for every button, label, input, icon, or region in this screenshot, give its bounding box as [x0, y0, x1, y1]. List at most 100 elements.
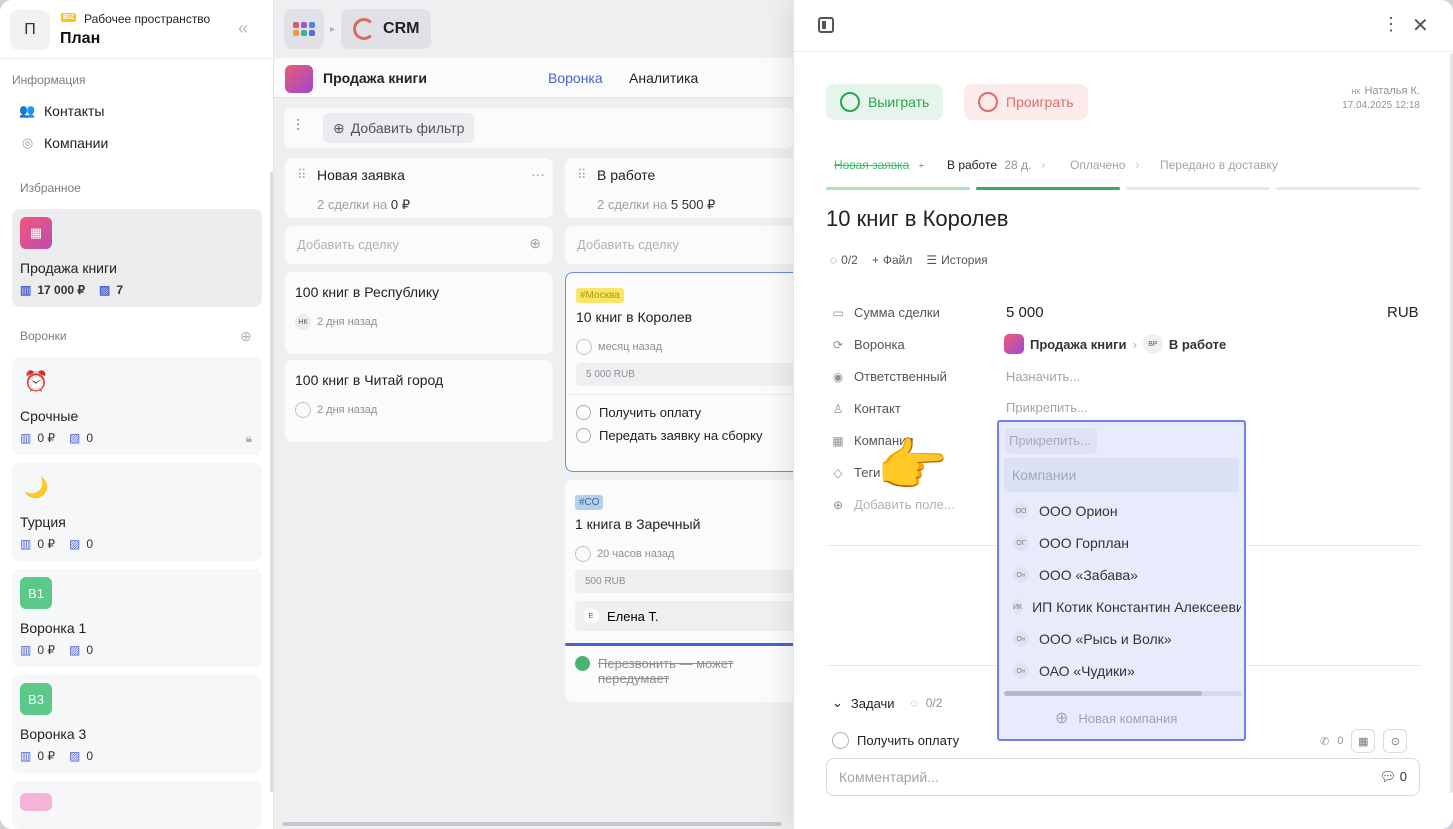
chevron-right-icon: ›: [919, 158, 924, 172]
stage-step-current[interactable]: В работе 28 д. ›: [947, 158, 1045, 172]
funnel-card[interactable]: [12, 781, 262, 829]
section-favorites: Избранное: [20, 181, 81, 195]
tasks-label: Задачи: [850, 695, 895, 711]
deal-title[interactable]: 10 книг в Королев: [826, 206, 1008, 232]
upload-button[interactable]: ⊙: [1383, 729, 1408, 753]
owner-value[interactable]: Назначить...: [1006, 369, 1080, 384]
call-count: 0: [1337, 735, 1344, 747]
deals-icon: ▨: [69, 431, 81, 445]
sidebar-scrollbar[interactable]: [270, 172, 273, 792]
sidebar-item-contacts[interactable]: 👥 Контакты: [19, 103, 105, 119]
workspace-subtitle: Рабочее пространство: [84, 12, 211, 26]
stage-bar: [1126, 187, 1270, 190]
company-option[interactable]: ОО ООО Орион: [1013, 503, 1241, 519]
lock-icon: 🔒︎: [245, 431, 252, 445]
funnel-card[interactable]: ⏰ Срочные ▥ 0 ₽ ▨ 0 🔒︎: [12, 357, 262, 455]
pointing-hand-icon: 👉: [876, 433, 949, 498]
company-input[interactable]: Прикрепить...: [1005, 428, 1097, 454]
win-button[interactable]: Выиграть: [826, 84, 944, 120]
history-label: История: [941, 253, 988, 267]
refresh-icon: ⟳: [832, 337, 844, 352]
stage-bar: [826, 187, 970, 190]
chevron-right-icon: ›: [1132, 336, 1137, 352]
deal-actions: ◌ 0/2 + Файл ☰ История: [830, 253, 988, 267]
workspace-switcher[interactable]: П BIZ Рабочее пространство План: [10, 10, 274, 50]
option-label: ООО «Рысь и Волк»: [1039, 631, 1172, 647]
contact-value[interactable]: Прикрепить...: [1006, 400, 1088, 415]
option-label: ООО «Забава»: [1039, 567, 1138, 583]
phone-icon[interactable]: ✆: [1320, 735, 1329, 748]
tasks-progress: 0/2: [925, 696, 943, 710]
sidebar-toggle-icon[interactable]: [818, 17, 834, 33]
funnel-count: 0: [86, 749, 94, 763]
funnel-amount: 0 ₽: [37, 643, 55, 657]
lose-button[interactable]: Проиграть: [964, 84, 1088, 120]
funnel-card[interactable]: 🌙 Турция ▥ 0 ₽ ▨ 0: [12, 463, 262, 561]
tag-icon: ◇: [833, 465, 843, 480]
plus-circle-icon: ⊕: [1055, 710, 1069, 727]
dropdown-scrollbar[interactable]: [1004, 691, 1242, 696]
company-option[interactable]: ОГ ООО Горплан: [1013, 535, 1241, 551]
stage-step[interactable]: Новая заявка ›: [834, 158, 923, 172]
sidebar-item-companies[interactable]: ◎ Компании: [20, 135, 108, 151]
avatar: ОО: [1013, 503, 1029, 519]
company-option[interactable]: ИК ИП Котик Константин Алексеевич: [1013, 599, 1241, 615]
collapse-sidebar-icon[interactable]: «: [238, 18, 248, 39]
option-label: ОАО «Чудики»: [1039, 663, 1135, 679]
sidebar-item-label: Контакты: [44, 103, 105, 119]
company-search-input[interactable]: Компании: [1004, 458, 1239, 492]
company-option[interactable]: О« ООО «Рысь и Волк»: [1013, 631, 1241, 647]
field-tags: ◇ Теги: [830, 465, 880, 480]
stage-step[interactable]: Оплачено ›: [1070, 158, 1139, 172]
funnel-card[interactable]: В3 Воронка 3 ▥ 0 ₽ ▨ 0: [12, 675, 262, 773]
stage-bar: [1276, 187, 1420, 190]
task-item[interactable]: Получить оплату: [832, 732, 959, 749]
workspace-name: План: [60, 30, 101, 47]
avatar: О«: [1013, 567, 1029, 583]
funnel-name: Продажа книги: [1030, 336, 1127, 352]
funnel-amount: 0 ₽: [37, 749, 55, 763]
comment-count-value: 0: [1399, 769, 1407, 784]
close-icon[interactable]: ✕: [1412, 13, 1429, 38]
biz-badge: BIZ: [61, 13, 77, 22]
globe-icon: ◎: [21, 135, 34, 150]
funnel-count: 0: [86, 537, 94, 551]
funnel-card[interactable]: В1 Воронка 1 ▥ 0 ₽ ▨ 0: [12, 569, 262, 667]
funnel-stats: ▥ 0 ₽ ▨ 0: [20, 431, 93, 445]
currency-value[interactable]: RUB: [1387, 304, 1419, 321]
comment-input[interactable]: Комментарий... 💬︎ 0: [826, 758, 1420, 796]
check-circle-icon[interactable]: [832, 732, 849, 749]
sidebar: П BIZ Рабочее пространство План « Информ…: [0, 0, 274, 829]
option-label: ИП Котик Константин Алексеевич: [1032, 599, 1241, 615]
progress-action[interactable]: ◌ 0/2: [830, 253, 858, 267]
deals-icon: ▨: [69, 749, 81, 763]
panel-toolbar: ⋮ ✕: [794, 0, 1453, 52]
funnel-name: Воронка 1: [20, 620, 87, 636]
favorite-funnel-card[interactable]: ▦ Продажа книги ▥ 17 000 ₽ ▨ 7: [12, 209, 262, 307]
stage-step[interactable]: Передано в доставку: [1160, 158, 1278, 172]
stage-bar: [976, 187, 1120, 190]
funnel-amount: 0 ₽: [37, 537, 55, 551]
funnel-count: 0: [86, 431, 94, 445]
modal-backdrop[interactable]: [274, 0, 794, 829]
person-icon: ♙: [832, 401, 844, 416]
amount-value[interactable]: 5 000: [1006, 304, 1044, 321]
field-funnel: ⟳ Воронка: [830, 337, 905, 352]
add-funnel-icon[interactable]: ⊕: [240, 328, 252, 345]
tasks-header[interactable]: ⌄ Задачи ◌ 0/2: [832, 695, 942, 711]
history-action[interactable]: ☰ История: [926, 253, 987, 267]
new-company-button[interactable]: ⊕ Новая компания: [1055, 708, 1177, 728]
more-vertical-icon[interactable]: ⋮: [1382, 14, 1400, 35]
funnel-badge: В3: [20, 683, 52, 715]
field-label: Ответственный: [854, 369, 947, 384]
funnel-name: Воронка 3: [20, 726, 87, 742]
plus-icon: +: [871, 253, 879, 267]
chat-icon: 💬︎: [1379, 769, 1397, 784]
company-option[interactable]: О« ОАО «Чудики»: [1013, 663, 1241, 679]
company-dropdown: Прикрепить... Компании ОО ООО Орион ОГ ООО…: [997, 420, 1246, 741]
funnel-value[interactable]: Продажа книги › ВР В работе: [1004, 334, 1226, 354]
calendar-button[interactable]: ▦: [1351, 729, 1376, 753]
file-action[interactable]: + Файл: [872, 253, 913, 267]
funnel-stats: ▥ 0 ₽ ▨ 0: [20, 537, 93, 551]
company-option[interactable]: О« ООО «Забава»: [1013, 567, 1241, 583]
